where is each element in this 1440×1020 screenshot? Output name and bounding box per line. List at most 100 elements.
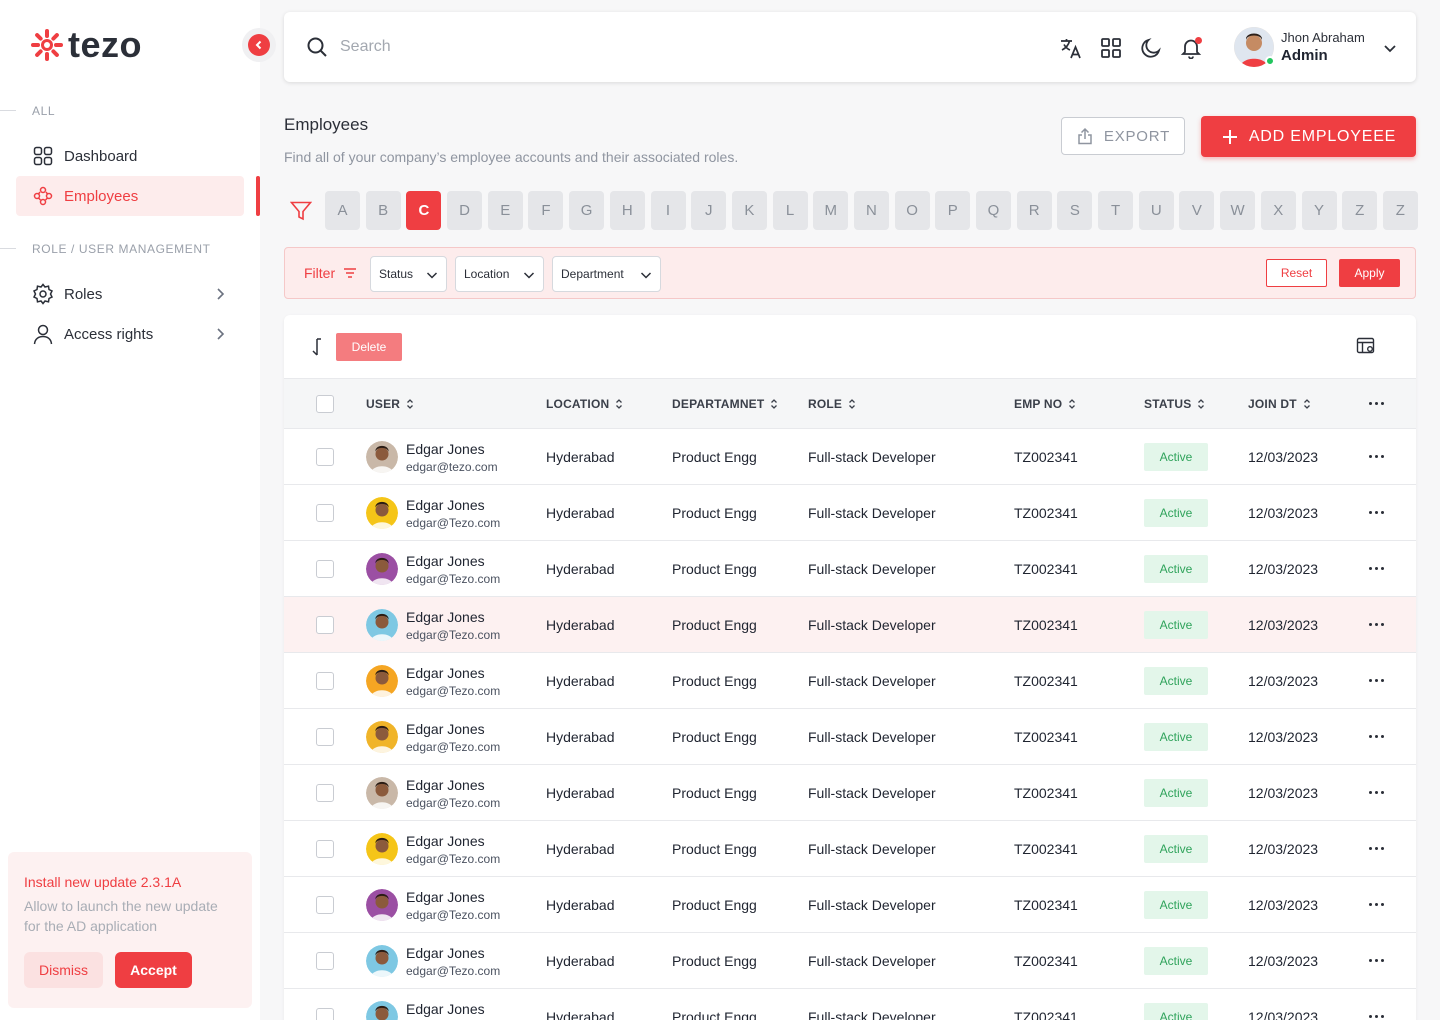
user-name[interactable]: Edgar Jones (406, 665, 485, 681)
accept-button[interactable]: Accept (115, 952, 192, 988)
dismiss-button[interactable]: Dismiss (24, 952, 103, 988)
alphabet-letter-u[interactable]: U (1138, 191, 1174, 230)
alphabet-letter-q[interactable]: Q (976, 191, 1011, 230)
add-employee-button[interactable]: ADD EMPLOYEEE (1201, 116, 1416, 157)
row-more-icon[interactable] (1369, 623, 1384, 626)
filter-toggle[interactable]: Filter (304, 265, 357, 281)
table-row[interactable]: Edgar Jones edgar@Tezo.com Hyderabad Produc… (284, 653, 1416, 709)
alphabet-letter-p[interactable]: P (935, 191, 971, 230)
apply-button[interactable]: Apply (1339, 259, 1400, 287)
table-row[interactable]: Edgar Jones edgar@Tezo.com Hyderabad Produc… (284, 765, 1416, 821)
alphabet-letter-v[interactable]: V (1179, 191, 1215, 230)
location-dropdown[interactable]: Location (455, 256, 544, 292)
alphabet-letter-c[interactable]: C (406, 191, 442, 230)
row-more-icon[interactable] (1369, 791, 1384, 794)
row-more-icon[interactable] (1369, 1015, 1384, 1018)
alphabet-letter-z[interactable]: Z (1342, 191, 1378, 230)
dark-mode-icon[interactable] (1138, 35, 1164, 61)
row-checkbox[interactable] (316, 952, 334, 970)
row-more-icon[interactable] (1369, 847, 1384, 850)
chevron-down-icon[interactable] (1382, 40, 1398, 56)
sidebar-item-employees[interactable]: Employees (16, 176, 244, 216)
alphabet-letter-m[interactable]: M (813, 191, 849, 230)
table-row[interactable]: Edgar Jones edgar@Tezo.com Hyderabad Produc… (284, 933, 1416, 989)
row-checkbox[interactable] (316, 1008, 334, 1020)
user-name[interactable]: Edgar Jones (406, 889, 485, 905)
row-checkbox[interactable] (316, 672, 334, 690)
table-row[interactable]: Edgar Jones edgar@Tezo.com Hyderabad Produc… (284, 709, 1416, 765)
brand-logo[interactable]: tezo (30, 26, 142, 64)
table-row[interactable]: Edgar Jones edgar@Tezo.com Hyderabad Produc… (284, 485, 1416, 541)
apps-grid-icon[interactable] (1098, 35, 1124, 61)
row-checkbox[interactable] (316, 448, 334, 466)
translate-icon[interactable] (1058, 35, 1084, 61)
sidebar-item-access-rights[interactable]: Access rights (16, 314, 244, 354)
table-row[interactable]: Edgar Jones edgar@Tezo.com Hyderabad Produc… (284, 597, 1416, 653)
user-name[interactable]: Edgar Jones (406, 553, 485, 569)
row-checkbox[interactable] (316, 728, 334, 746)
user-name[interactable]: Edgar Jones (406, 609, 485, 625)
department-dropdown[interactable]: Department (552, 256, 661, 292)
row-more-icon[interactable] (1369, 735, 1384, 738)
row-checkbox[interactable] (316, 616, 334, 634)
row-checkbox[interactable] (316, 504, 334, 522)
row-checkbox[interactable] (316, 784, 334, 802)
alphabet-letter-d[interactable]: D (447, 191, 483, 230)
header-more-icon[interactable] (1369, 402, 1384, 405)
alphabet-letter-w[interactable]: W (1220, 191, 1256, 230)
column-settings-icon[interactable] (1356, 337, 1376, 355)
user-name[interactable]: Edgar Jones (406, 721, 485, 737)
alphabet-letter-i[interactable]: I (650, 191, 686, 230)
alphabet-letter-s[interactable]: S (1057, 191, 1093, 230)
alphabet-letter-e[interactable]: E (487, 191, 523, 230)
delete-button[interactable]: Delete (336, 333, 402, 361)
column-header-department[interactable]: DEPARTAMNET (672, 397, 778, 411)
sidebar-item-roles[interactable]: Roles (16, 274, 244, 314)
user-name[interactable]: Edgar Jones (406, 777, 485, 793)
column-header-status[interactable]: STATUS (1144, 397, 1205, 411)
column-header-role[interactable]: ROLE (808, 397, 856, 411)
alphabet-letter-o[interactable]: O (894, 191, 930, 230)
alphabet-letter-b[interactable]: B (365, 191, 401, 230)
table-row[interactable]: Edgar Jones edgar@Tezo.com Hyderabad Produc… (284, 541, 1416, 597)
notification-bell-icon[interactable] (1178, 35, 1204, 61)
alphabet-letter-l[interactable]: L (772, 191, 808, 230)
reset-button[interactable]: Reset (1266, 259, 1327, 287)
collapse-sidebar-button[interactable] (242, 28, 276, 62)
column-header-location[interactable]: LOCATION (546, 397, 623, 411)
column-header-emp-no[interactable]: EMP NO (1014, 397, 1076, 411)
user-name[interactable]: Edgar Jones (406, 1001, 485, 1017)
export-button[interactable]: EXPORT (1061, 117, 1185, 155)
alphabet-letter-k[interactable]: K (731, 191, 767, 230)
row-more-icon[interactable] (1369, 455, 1384, 458)
column-header-join-date[interactable]: JOIN DT (1248, 397, 1311, 411)
select-all-checkbox[interactable] (316, 395, 334, 413)
table-row[interactable]: Edgar Jones edgar@Tezo.com Hyderabad Produc… (284, 877, 1416, 933)
row-checkbox[interactable] (316, 840, 334, 858)
user-name[interactable]: Edgar Jones (406, 497, 485, 513)
sidebar-item-dashboard[interactable]: Dashboard (16, 136, 244, 176)
user-name[interactable]: Edgar Jones (406, 833, 485, 849)
alphabet-letter-t[interactable]: T (1098, 191, 1134, 230)
user-name[interactable]: Edgar Jones (406, 441, 485, 457)
avatar[interactable] (1234, 27, 1275, 67)
sort-toggle-icon[interactable] (308, 337, 326, 357)
alphabet-letter-f[interactable]: F (528, 191, 564, 230)
column-header-user[interactable]: USER (366, 397, 414, 411)
table-row[interactable]: Edgar Jones edgar@Tezo.com Hyderabad Produc… (284, 821, 1416, 877)
row-checkbox[interactable] (316, 560, 334, 578)
row-checkbox[interactable] (316, 896, 334, 914)
alphabet-letter-n[interactable]: N (853, 191, 889, 230)
alphabet-letter-x[interactable]: X (1260, 191, 1296, 230)
row-more-icon[interactable] (1369, 567, 1384, 570)
user-name[interactable]: Edgar Jones (406, 945, 485, 961)
table-row[interactable]: Edgar Jones edgar@tezo.com Hyderabad Produc… (284, 429, 1416, 485)
alphabet-letter-a[interactable]: A (325, 191, 360, 230)
alphabet-letter-z[interactable]: Z (1382, 191, 1418, 230)
alphabet-letter-r[interactable]: R (1016, 191, 1052, 230)
row-more-icon[interactable] (1369, 903, 1384, 906)
alphabet-filter-icon[interactable] (290, 201, 312, 221)
alphabet-letter-j[interactable]: J (691, 191, 727, 230)
row-more-icon[interactable] (1369, 511, 1384, 514)
row-more-icon[interactable] (1369, 679, 1384, 682)
